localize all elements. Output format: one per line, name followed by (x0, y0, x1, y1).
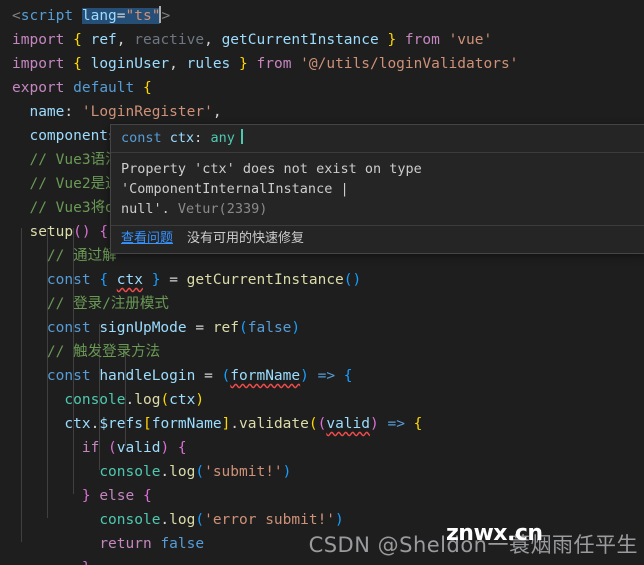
code-line[interactable]: console.log('submit!') (0, 460, 644, 484)
code-editor[interactable]: <script lang="ts"> import { ref, reactiv… (0, 0, 644, 565)
code-line[interactable]: if (valid) { (0, 436, 644, 460)
code-line[interactable]: import { loginUser, rules } from '@/util… (0, 52, 644, 76)
code-line[interactable]: // 触发登录方法 (0, 340, 644, 364)
code-line[interactable]: import { ref, reactive, getCurrentInstan… (0, 28, 644, 52)
hover-cursor-icon (240, 129, 243, 144)
error-token-ctx: ctx (116, 272, 143, 288)
code-line[interactable]: } (0, 556, 644, 565)
error-token-formname: formName (230, 368, 301, 384)
hover-signature-separator: : (194, 130, 211, 146)
code-line[interactable]: const handleLogin = (formName) => { (0, 364, 644, 388)
hover-signature-name: ctx (169, 130, 195, 146)
code-line[interactable]: <script lang="ts"> (0, 4, 644, 28)
hover-message: Property 'ctx' does not exist on type 'C… (111, 153, 644, 226)
hover-signature-type: any (210, 130, 235, 146)
view-problem-link[interactable]: 查看问题 (121, 231, 173, 246)
code-line[interactable]: const signUpMode = ref(false) (0, 316, 644, 340)
code-line[interactable]: return false (0, 532, 644, 556)
hover-message-line1: Property 'ctx' does not exist on type 'C… (121, 161, 422, 197)
error-token-valid: valid (326, 416, 370, 432)
code-line[interactable]: export default { (0, 76, 644, 100)
code-line[interactable]: // 登录/注册模式 (0, 292, 644, 316)
hover-tooltip[interactable]: const ctx: any Property 'ctx' does not e… (110, 124, 644, 254)
code-line[interactable]: } else { (0, 484, 644, 508)
no-quickfix-note: 没有可用的快速修复 (187, 231, 305, 246)
code-line[interactable]: console.log(ctx) (0, 388, 644, 412)
code-line[interactable]: name: 'LoginRegister', (0, 100, 644, 124)
code-line[interactable]: const { ctx } = getCurrentInstance() (0, 268, 644, 292)
hover-signature: const ctx: any (111, 125, 644, 153)
hover-actions[interactable]: 查看问题 没有可用的快速修复 (111, 226, 644, 253)
hover-message-source: Vetur(2339) (177, 201, 268, 217)
code-line[interactable]: console.log('error submit!') (0, 508, 644, 532)
code-line[interactable]: ctx.$refs[formName].validate((valid) => … (0, 412, 644, 436)
hover-message-line2: null'. (121, 201, 170, 217)
hover-signature-keyword: const (121, 130, 162, 146)
